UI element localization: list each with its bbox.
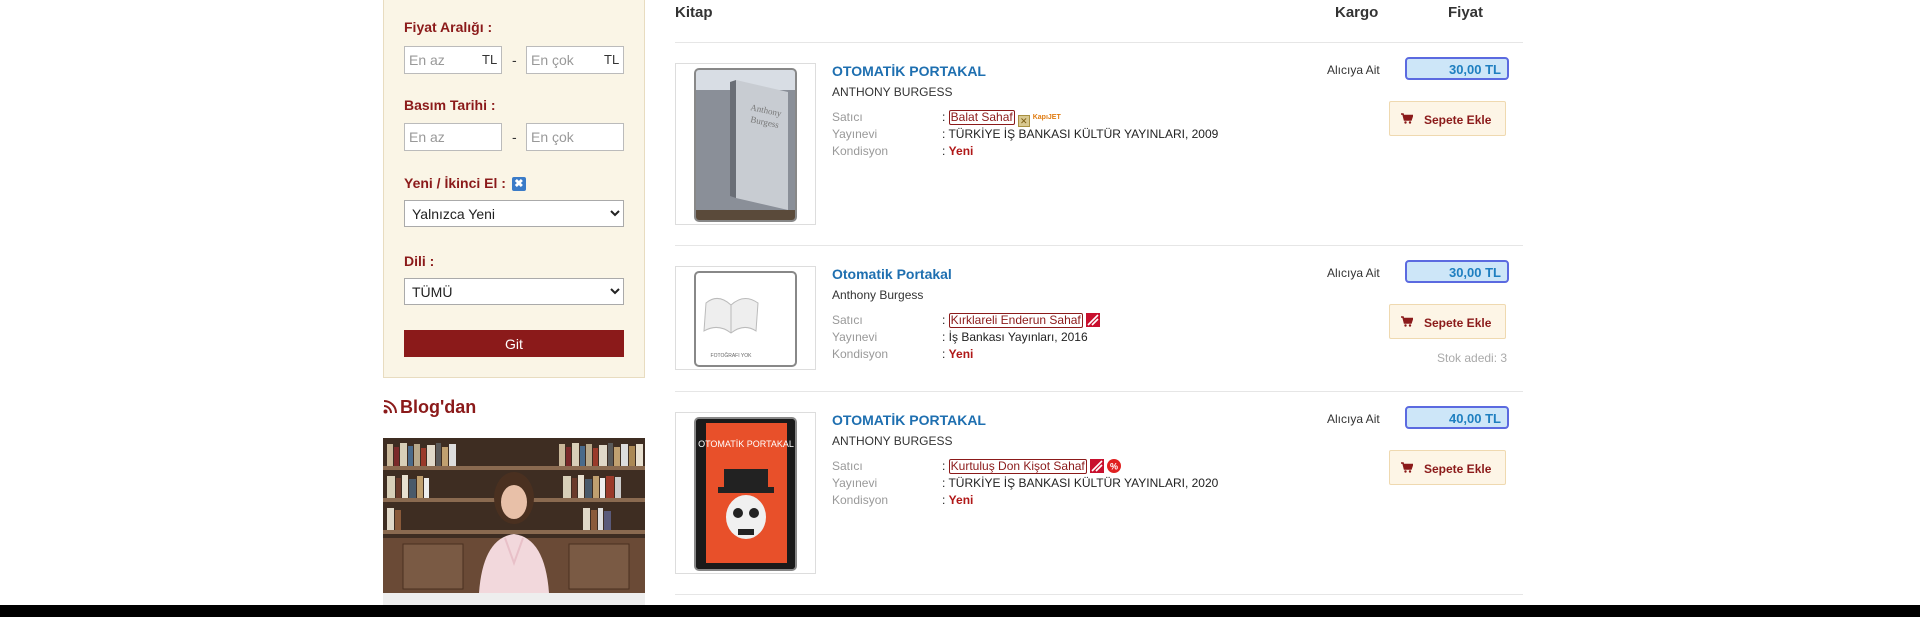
cart-icon xyxy=(1401,462,1414,476)
product-title-link[interactable]: Otomatik Portakal xyxy=(832,266,952,282)
cart-icon xyxy=(1401,113,1414,127)
condition-text: Yeni xyxy=(948,144,974,158)
product-author[interactable]: ANTHONY BURGESS xyxy=(832,85,952,99)
price-range-label: Fiyat Aralığı : xyxy=(404,19,493,35)
date-min-input[interactable] xyxy=(404,123,502,151)
discount-icon: % xyxy=(1106,459,1121,473)
svg-text:%: % xyxy=(1110,462,1118,472)
column-price: Fiyat xyxy=(1448,4,1484,21)
page: Fiyat Aralığı : TL - TL Basım Tarihi : -… xyxy=(0,0,1920,617)
publisher-value: : İş Bankası Yayınları, 2016 xyxy=(942,330,1088,344)
column-book: Kitap xyxy=(675,4,713,21)
condition-label: Kondisyon xyxy=(832,493,889,507)
condition-select[interactable]: Yalnızca Yeni xyxy=(404,200,624,227)
blog-heading[interactable]: Blog'dan xyxy=(383,397,476,418)
condition-label: Kondisyon xyxy=(832,144,889,158)
add-to-cart-button[interactable]: Sepete Ekle xyxy=(1389,450,1506,485)
price-box: 30,00 TL xyxy=(1405,57,1509,80)
product-author[interactable]: Anthony Burgess xyxy=(832,288,923,302)
product-author[interactable]: ANTHONY BURGESS xyxy=(832,434,952,448)
product-title-link[interactable]: OTOMATİK PORTAKAL xyxy=(832,412,986,428)
seller-value: : Kurtuluş Don Kişot Sahaf% xyxy=(942,459,1121,474)
seller-value: : Balat Sahaf ✕ KapıJET xyxy=(942,110,1061,127)
language-select[interactable]: TÜMÜ xyxy=(404,278,624,305)
fast-shipping-icon xyxy=(1085,313,1100,327)
date-max-input[interactable] xyxy=(526,123,624,151)
close-square-icon[interactable]: ✖ xyxy=(511,177,526,191)
bottom-bar xyxy=(0,605,1920,617)
stock-count: Stok adedi: 3 xyxy=(1437,351,1508,365)
publisher-label: Yayınevi xyxy=(832,127,878,141)
no-photo-text: FOTOĞRAFI YOK xyxy=(711,352,753,359)
language-label: Dili : xyxy=(404,253,435,269)
condition-text: Yeni xyxy=(948,347,974,361)
fast-shipping-icon xyxy=(1089,459,1104,473)
cargo-value: Alıcıya Ait xyxy=(1327,412,1380,426)
price-box: 30,00 TL xyxy=(1405,260,1509,283)
bookshelf-woman-image xyxy=(383,438,645,593)
divider xyxy=(675,245,1523,246)
condition-value: : Yeni xyxy=(942,144,974,158)
add-to-cart-button[interactable]: Sepete Ekle xyxy=(1389,304,1506,339)
publisher-label: Yayınevi xyxy=(832,330,878,344)
product-thumbnail[interactable]: FOTOĞRAFI YOK xyxy=(675,266,816,370)
cart-label: Sepete Ekle xyxy=(1424,316,1492,330)
kapijet-badge: KapıJET xyxy=(1032,114,1061,121)
divider xyxy=(675,594,1523,595)
book-cover-image: OTOMATİK PORTAKAL xyxy=(694,417,797,571)
condition-label: Kondisyon xyxy=(832,347,889,361)
price-box: 40,00 TL xyxy=(1405,406,1509,429)
publisher-value: : TÜRKİYE İŞ BANKASI KÜLTÜR YAYINLARI, 2… xyxy=(942,127,1219,141)
product-title-link[interactable]: OTOMATİK PORTAKAL xyxy=(832,63,986,79)
seller-link[interactable]: Kurtuluş Don Kişot Sahaf xyxy=(948,459,1087,474)
rss-icon xyxy=(383,400,397,414)
seller-label: Satıcı xyxy=(832,110,863,124)
cart-label: Sepete Ekle xyxy=(1424,113,1492,127)
condition-filter-text: Yeni / İkinci El : xyxy=(404,175,506,191)
divider xyxy=(675,391,1523,392)
column-cargo: Kargo xyxy=(1335,4,1379,21)
cargo-value: Alıcıya Ait xyxy=(1327,63,1380,77)
publisher-text: TÜRKİYE İŞ BANKASI KÜLTÜR YAYINLARI, 202… xyxy=(948,476,1219,490)
blog-strip xyxy=(383,593,645,605)
cargo-value: Alıcıya Ait xyxy=(1327,266,1380,280)
seller-label: Satıcı xyxy=(832,459,863,473)
product-thumbnail[interactable]: OTOMATİK PORTAKAL xyxy=(675,412,816,574)
divider xyxy=(675,42,1523,43)
date-dash: - xyxy=(512,129,517,145)
publisher-label: Yayınevi xyxy=(832,476,878,490)
cart-label: Sepete Ekle xyxy=(1424,462,1492,476)
badge-icon: ✕ xyxy=(1017,115,1030,127)
publisher-text: İş Bankası Yayınları, 2016 xyxy=(948,330,1088,344)
seller-link[interactable]: Balat Sahaf xyxy=(948,110,1015,125)
scrollbar-track[interactable] xyxy=(1900,0,1920,605)
condition-value: : Yeni xyxy=(942,347,974,361)
seller-value: : Kırklareli Enderun Sahaf xyxy=(942,313,1100,328)
publisher-value: : TÜRKİYE İŞ BANKASI KÜLTÜR YAYINLARI, 2… xyxy=(942,476,1219,490)
seller-label: Satıcı xyxy=(832,313,863,327)
cart-icon xyxy=(1401,316,1414,330)
add-to-cart-button[interactable]: Sepete Ekle xyxy=(1389,101,1506,136)
blog-video-thumbnail[interactable] xyxy=(383,438,645,593)
cover-title-text: OTOMATİK PORTAKAL xyxy=(698,439,794,449)
condition-filter-label: Yeni / İkinci El : ✖ xyxy=(404,175,526,191)
seller-link[interactable]: Kırklareli Enderun Sahaf xyxy=(948,313,1083,328)
condition-value: : Yeni xyxy=(942,493,974,507)
filter-sidebar: Fiyat Aralığı : TL - TL Basım Tarihi : -… xyxy=(383,0,645,378)
book-cover-image: Anthony Burgess xyxy=(694,68,797,222)
price-dash: - xyxy=(512,52,517,68)
go-button[interactable]: Git xyxy=(404,330,624,357)
no-photo-image: FOTOĞRAFI YOK xyxy=(694,271,797,367)
publisher-text: TÜRKİYE İŞ BANKASI KÜLTÜR YAYINLARI, 200… xyxy=(948,127,1219,141)
condition-text: Yeni xyxy=(948,493,974,507)
publish-date-label: Basım Tarihi : xyxy=(404,97,496,113)
blog-title-text: Blog'dan xyxy=(400,397,477,417)
product-thumbnail[interactable]: Anthony Burgess xyxy=(675,63,816,225)
price-max-currency: TL xyxy=(604,52,620,67)
price-min-currency: TL xyxy=(482,52,498,67)
